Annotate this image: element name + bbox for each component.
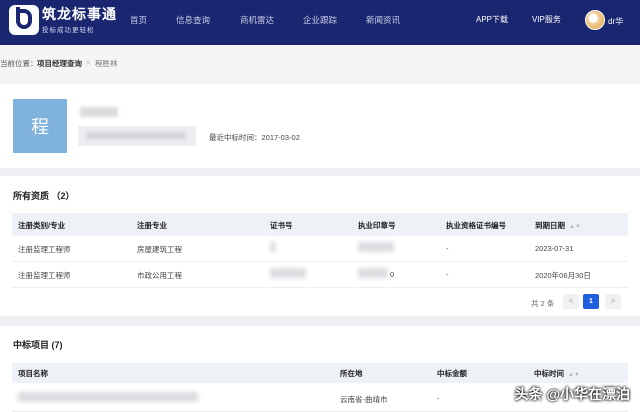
user-name[interactable]: dr华 xyxy=(608,16,623,27)
breadcrumb: 当前位置： 项目经理查询 > 程胜林 xyxy=(0,45,640,81)
pagination-total: 共 2 条 xyxy=(531,299,555,308)
redacted-seal-no xyxy=(358,242,394,252)
user-avatar[interactable] xyxy=(585,10,605,30)
sort-icon[interactable]: ▲▼ xyxy=(568,372,580,378)
winning-projects-section: 中标项目 (7) 项目名称 所在地 中标金额 中标时间 ▲▼ 云南省-曲靖市 - … xyxy=(0,326,640,412)
nav-item-home[interactable]: 首页 xyxy=(130,14,147,26)
breadcrumb-current-page: 程胜林 xyxy=(95,59,118,68)
table-row: 注册监理工程师 房屋建筑工程 - 2023-07-31 xyxy=(12,236,628,262)
projects-title: 中标项目 (7) xyxy=(13,340,63,350)
app-download-link[interactable]: APP下载 xyxy=(476,14,508,25)
column-header: 证书号 xyxy=(270,221,293,230)
cell-amount: - xyxy=(437,394,440,403)
expiry-header-label: 到期日期 xyxy=(535,221,565,230)
brand-logo-icon[interactable] xyxy=(9,5,39,35)
breadcrumb-project-manager-query[interactable]: 项目经理查询 xyxy=(37,58,82,69)
last-win-label: 最近中标时间： xyxy=(209,133,262,142)
column-header: 执业印章号 xyxy=(358,221,396,230)
vip-service-link[interactable]: VIP服务 xyxy=(532,14,561,25)
project-time-header-label: 中标时间 xyxy=(534,369,564,378)
prev-page-button[interactable]: < xyxy=(563,294,579,309)
brand-title[interactable]: 筑龙标事通 投标成功更轻松 xyxy=(42,6,117,34)
breadcrumb-separator-icon: > xyxy=(86,58,91,67)
brand-name: 筑龙标事通 xyxy=(42,6,117,22)
next-page-button[interactable]: > xyxy=(605,294,621,309)
redacted-cert-no xyxy=(270,268,306,278)
top-navigation-bar: 筑龙标事通 投标成功更轻松 首页 信息查询 商机雷达 企业跟踪 新闻资讯 APP… xyxy=(0,0,640,45)
cell-qual-no: - xyxy=(446,244,449,253)
column-header: 项目名称 xyxy=(18,369,48,378)
nav-item-opportunity-radar[interactable]: 商机雷达 xyxy=(240,14,274,26)
redacted-seal-no xyxy=(358,268,388,278)
column-header: 所在地 xyxy=(340,369,363,378)
cell-seal-no-suffix: 0 xyxy=(390,270,395,279)
redacted-company-tag xyxy=(78,126,196,146)
cell-category: 注册监理工程师 xyxy=(18,271,71,280)
cell-specialty: 房屋建筑工程 xyxy=(137,245,182,254)
page-number-button[interactable]: 1 xyxy=(583,294,599,309)
column-header: 执业资格证书编号 xyxy=(446,221,506,230)
cell-category: 注册监理工程师 xyxy=(18,245,71,254)
cell-expiry: 2020年06月30日 xyxy=(535,271,591,280)
qualifications-table-header: 注册类别/专业 注册专业 证书号 执业印章号 执业资格证书编号 到期日期 ▲▼ xyxy=(12,213,628,236)
cell-expiry: 2023-07-31 xyxy=(535,244,574,253)
cell-specialty: 市政公用工程 xyxy=(137,271,182,280)
projects-table-header: 项目名称 所在地 中标金额 中标时间 ▲▼ xyxy=(12,363,628,383)
breadcrumb-label: 当前位置： xyxy=(0,59,38,68)
profile-card: 程 最近中标时间：2017-03-02 xyxy=(0,84,640,168)
redacted-cert-no xyxy=(270,242,276,252)
column-header: 注册专业 xyxy=(137,221,167,230)
expiry-column-header[interactable]: 到期日期 ▲▼ xyxy=(535,220,581,231)
cell-qual-no: - xyxy=(446,270,449,279)
column-header: 中标金额 xyxy=(437,369,467,378)
project-time-column-header[interactable]: 中标时间 ▲▼ xyxy=(534,368,580,379)
sort-icon[interactable]: ▲▼ xyxy=(569,224,581,230)
brand-slogan: 投标成功更轻松 xyxy=(42,27,95,34)
nav-item-company-tracking[interactable]: 企业跟踪 xyxy=(303,14,337,26)
pagination: 共 2 条 < 1 > xyxy=(0,294,640,310)
nav-item-info-query[interactable]: 信息查询 xyxy=(176,14,210,26)
cell-location: 云南省-曲靖市 xyxy=(340,395,388,404)
nav-item-news[interactable]: 新闻资讯 xyxy=(366,14,400,26)
column-header: 注册类别/专业 xyxy=(18,221,66,230)
profile-avatar: 程 xyxy=(13,99,67,153)
last-win-info: 最近中标时间：2017-03-02 xyxy=(209,132,300,143)
redacted-name xyxy=(80,107,118,117)
last-win-date: 2017-03-02 xyxy=(261,133,300,142)
table-row: 注册监理工程师 市政公用工程 0 - 2020年06月30日 xyxy=(12,262,628,288)
watermark-text: 头条 @小华在漂泊 xyxy=(514,386,630,402)
redacted-project-name[interactable] xyxy=(18,392,198,402)
qualifications-section: 所有资质 （2） 注册类别/专业 注册专业 证书号 执业印章号 执业资格证书编号… xyxy=(0,176,640,316)
qualifications-title: 所有资质 （2） xyxy=(13,191,75,201)
